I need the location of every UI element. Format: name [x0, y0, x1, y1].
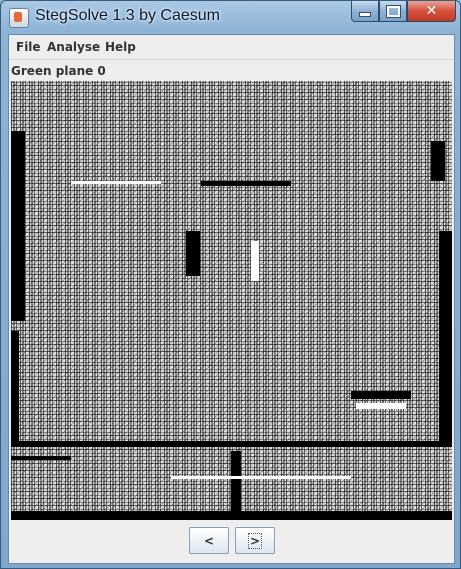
- next-button-label: >: [247, 532, 263, 549]
- menu-help[interactable]: Help: [105, 40, 136, 54]
- menu-bar: File Analyse Help: [9, 35, 454, 60]
- noise-block: [201, 181, 291, 186]
- close-icon: ✕: [425, 3, 438, 19]
- window-controls: ✕: [351, 1, 456, 22]
- app-window: StegSolve 1.3 by Caesum ✕ File Analyse H…: [0, 0, 461, 569]
- prev-plane-button[interactable]: <: [189, 527, 229, 554]
- close-button[interactable]: ✕: [407, 1, 456, 22]
- noise-block: [231, 451, 241, 511]
- noise-block: [171, 476, 351, 479]
- title-bar[interactable]: StegSolve 1.3 by Caesum ✕: [1, 1, 460, 33]
- window-title: StegSolve 1.3 by Caesum: [35, 7, 220, 24]
- noise-block: [11, 511, 452, 520]
- client-area: File Analyse Help Green plane 0 < >: [8, 34, 455, 564]
- plane-label: Green plane 0: [11, 64, 106, 78]
- app-logo-icon: [9, 8, 29, 28]
- menu-analyse[interactable]: Analyse: [47, 40, 100, 54]
- noise-block: [71, 181, 161, 184]
- minimize-button[interactable]: [351, 1, 379, 22]
- noise-block: [186, 231, 200, 276]
- minimize-icon: [359, 11, 371, 17]
- noise-block: [356, 403, 406, 409]
- noise-block: [11, 441, 452, 447]
- noise-block: [431, 141, 445, 181]
- noise-block: [11, 131, 25, 321]
- noise-block: [439, 231, 452, 441]
- next-plane-button[interactable]: >: [235, 527, 275, 554]
- maximize-icon: [385, 4, 401, 18]
- noise-block: [11, 331, 19, 441]
- bitplane-image: [11, 81, 452, 520]
- noise-block: [251, 241, 259, 281]
- prev-button-label: <: [203, 533, 215, 548]
- maximize-button[interactable]: [379, 1, 407, 22]
- noise-block: [11, 456, 71, 460]
- menu-file[interactable]: File: [16, 40, 41, 54]
- noise-block: [351, 391, 411, 399]
